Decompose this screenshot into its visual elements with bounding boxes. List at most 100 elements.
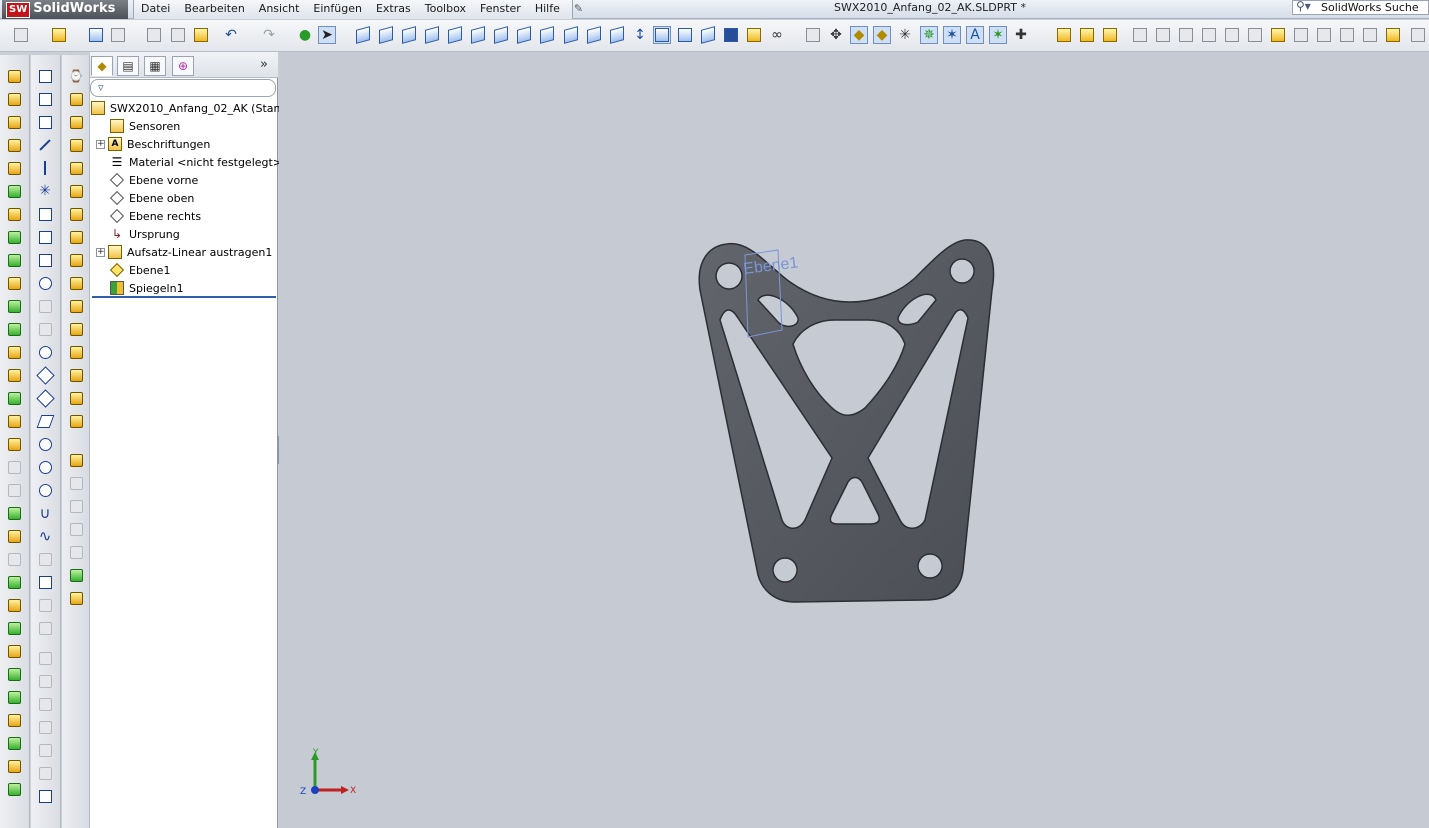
combine-icon[interactable] xyxy=(5,435,23,453)
tool-7-icon[interactable] xyxy=(1200,26,1218,44)
select-icon[interactable]: ➤ xyxy=(318,26,336,44)
tool-11-icon[interactable] xyxy=(1292,26,1310,44)
open-icon[interactable] xyxy=(50,26,68,44)
circular-sketch-pattern-icon[interactable] xyxy=(36,619,54,637)
swept-surface-icon[interactable] xyxy=(67,136,85,154)
view-right-icon[interactable] xyxy=(423,26,441,44)
appearance-icon[interactable] xyxy=(745,26,763,44)
smart-dimension-icon[interactable] xyxy=(36,113,54,131)
more-tabs-icon[interactable]: » xyxy=(260,57,268,72)
tree-item-ebene-oben[interactable]: Ebene oben xyxy=(109,189,194,207)
graphics-area[interactable]: Ebene1 Y X Z xyxy=(279,52,1429,828)
offset-entities-icon[interactable] xyxy=(36,573,54,591)
undo-icon[interactable]: ↶ xyxy=(222,26,240,44)
tree-item-ebene-vorne[interactable]: Ebene vorne xyxy=(109,171,198,189)
view-axes-icon[interactable]: ◆ xyxy=(873,26,891,44)
revolved-boss-icon[interactable] xyxy=(5,90,23,108)
mirror-sketch-icon[interactable] xyxy=(36,718,54,736)
view-origins-icon[interactable]: ✳ xyxy=(896,26,914,44)
revolved-cut-icon[interactable] xyxy=(5,182,23,200)
display-shaded-edges-icon[interactable] xyxy=(653,26,671,44)
tool-10-icon[interactable] xyxy=(1269,26,1287,44)
point-icon[interactable]: ✳ xyxy=(36,182,54,200)
tree-root[interactable]: SWX2010_Anfang_02_AK (Standa xyxy=(91,99,294,117)
linear-sketch-pattern-icon[interactable] xyxy=(36,596,54,614)
view-sketches-icon[interactable]: ✶ xyxy=(943,26,961,44)
featuremanager-tab-icon[interactable]: ◆ xyxy=(91,56,113,76)
cut-with-surface-icon[interactable] xyxy=(67,520,85,538)
bracket-plate[interactable]: Ebene1 xyxy=(698,239,995,603)
view-coordinate-systems-icon[interactable]: ✚ xyxy=(1012,26,1030,44)
warning-icon[interactable] xyxy=(36,695,54,713)
ellipse-icon[interactable] xyxy=(36,343,54,361)
print-preview-icon[interactable] xyxy=(145,26,163,44)
tool-6-icon[interactable] xyxy=(1177,26,1195,44)
hexagon-icon[interactable] xyxy=(36,481,54,499)
offset-surface-icon[interactable] xyxy=(67,251,85,269)
balance-icon[interactable] xyxy=(36,787,54,805)
options-icon[interactable] xyxy=(169,26,187,44)
view-orientation-icon[interactable] xyxy=(722,26,740,44)
mid-surface-icon[interactable] xyxy=(67,320,85,338)
convert-entities-icon[interactable] xyxy=(36,649,54,667)
extruded-boss-icon[interactable] xyxy=(5,67,23,85)
rebuild-options-icon[interactable] xyxy=(192,26,210,44)
chamfer-icon[interactable] xyxy=(5,228,23,246)
delete-body-icon[interactable] xyxy=(5,481,23,499)
propertymanager-tab-icon[interactable]: ▤ xyxy=(117,56,139,76)
polygon-icon[interactable] xyxy=(35,365,55,385)
center-rectangle-icon[interactable] xyxy=(36,228,54,246)
section-view-icon[interactable] xyxy=(699,26,717,44)
mirror-feature-icon[interactable] xyxy=(5,619,23,637)
tree-filter[interactable]: ▿ xyxy=(90,79,276,97)
lofted-boss-icon[interactable] xyxy=(5,136,23,154)
view-left-icon[interactable] xyxy=(400,26,418,44)
view-points-icon[interactable]: ✶ xyxy=(989,26,1007,44)
replace-face-icon[interactable] xyxy=(67,543,85,561)
dimension-icon[interactable]: ⌚ xyxy=(67,67,85,85)
revolved-surface-icon[interactable] xyxy=(67,113,85,131)
menu-extras[interactable]: Extras xyxy=(369,0,418,19)
tool-8-icon[interactable] xyxy=(1223,26,1241,44)
thicken-icon[interactable] xyxy=(67,474,85,492)
menu-einfuegen[interactable]: Einfügen xyxy=(306,0,369,19)
tool-5-icon[interactable] xyxy=(1154,26,1172,44)
tree-item-aufsatz-linear[interactable]: + Aufsatz-Linear austragen1 xyxy=(96,243,272,261)
indent-icon[interactable] xyxy=(5,504,23,522)
trim-surface-icon[interactable] xyxy=(67,389,85,407)
arc-icon[interactable] xyxy=(36,297,54,315)
display-shaded-icon[interactable] xyxy=(676,26,694,44)
delete-face-icon[interactable] xyxy=(67,566,85,584)
tool-2-icon[interactable] xyxy=(1078,26,1096,44)
tangent-arc-icon[interactable] xyxy=(36,320,54,338)
extruded-cut-icon[interactable] xyxy=(5,159,23,177)
thickened-cut-icon[interactable] xyxy=(67,497,85,515)
tree-item-ebene-rechts[interactable]: Ebene rechts xyxy=(109,207,201,225)
filled-surface-icon[interactable] xyxy=(67,205,85,223)
axis-feature-icon[interactable] xyxy=(5,780,23,798)
delete-hole-icon[interactable] xyxy=(67,366,85,384)
new-document-icon[interactable] xyxy=(12,26,30,44)
plane-feature-icon[interactable] xyxy=(5,757,23,775)
reference-geometry-icon[interactable] xyxy=(5,711,23,729)
tree-item-sensoren[interactable]: Sensoren xyxy=(110,117,180,135)
menu-ansicht[interactable]: Ansicht xyxy=(252,0,307,19)
view-top-icon[interactable] xyxy=(446,26,464,44)
knit-surface-icon[interactable] xyxy=(67,451,85,469)
menu-bearbeiten[interactable]: Bearbeiten xyxy=(177,0,251,19)
two-view-icon[interactable] xyxy=(608,26,626,44)
tool-4-icon[interactable] xyxy=(1131,26,1149,44)
tree-item-spiegeln1[interactable]: Spiegeln1 xyxy=(110,279,184,297)
fillet-icon[interactable] xyxy=(5,205,23,223)
tool-9-icon[interactable] xyxy=(1246,26,1264,44)
fillet-surface-icon[interactable] xyxy=(67,297,85,315)
rectangle-icon[interactable] xyxy=(36,251,54,269)
tool-14-icon[interactable] xyxy=(1361,26,1379,44)
extruded-surface-icon[interactable] xyxy=(67,90,85,108)
tool-16-icon[interactable] xyxy=(1409,26,1427,44)
dome-icon[interactable] xyxy=(5,343,23,361)
add-relation-icon[interactable] xyxy=(36,741,54,759)
sketch-icon[interactable] xyxy=(36,67,54,85)
rib-icon[interactable] xyxy=(5,251,23,269)
boundary-surface-icon[interactable] xyxy=(67,182,85,200)
